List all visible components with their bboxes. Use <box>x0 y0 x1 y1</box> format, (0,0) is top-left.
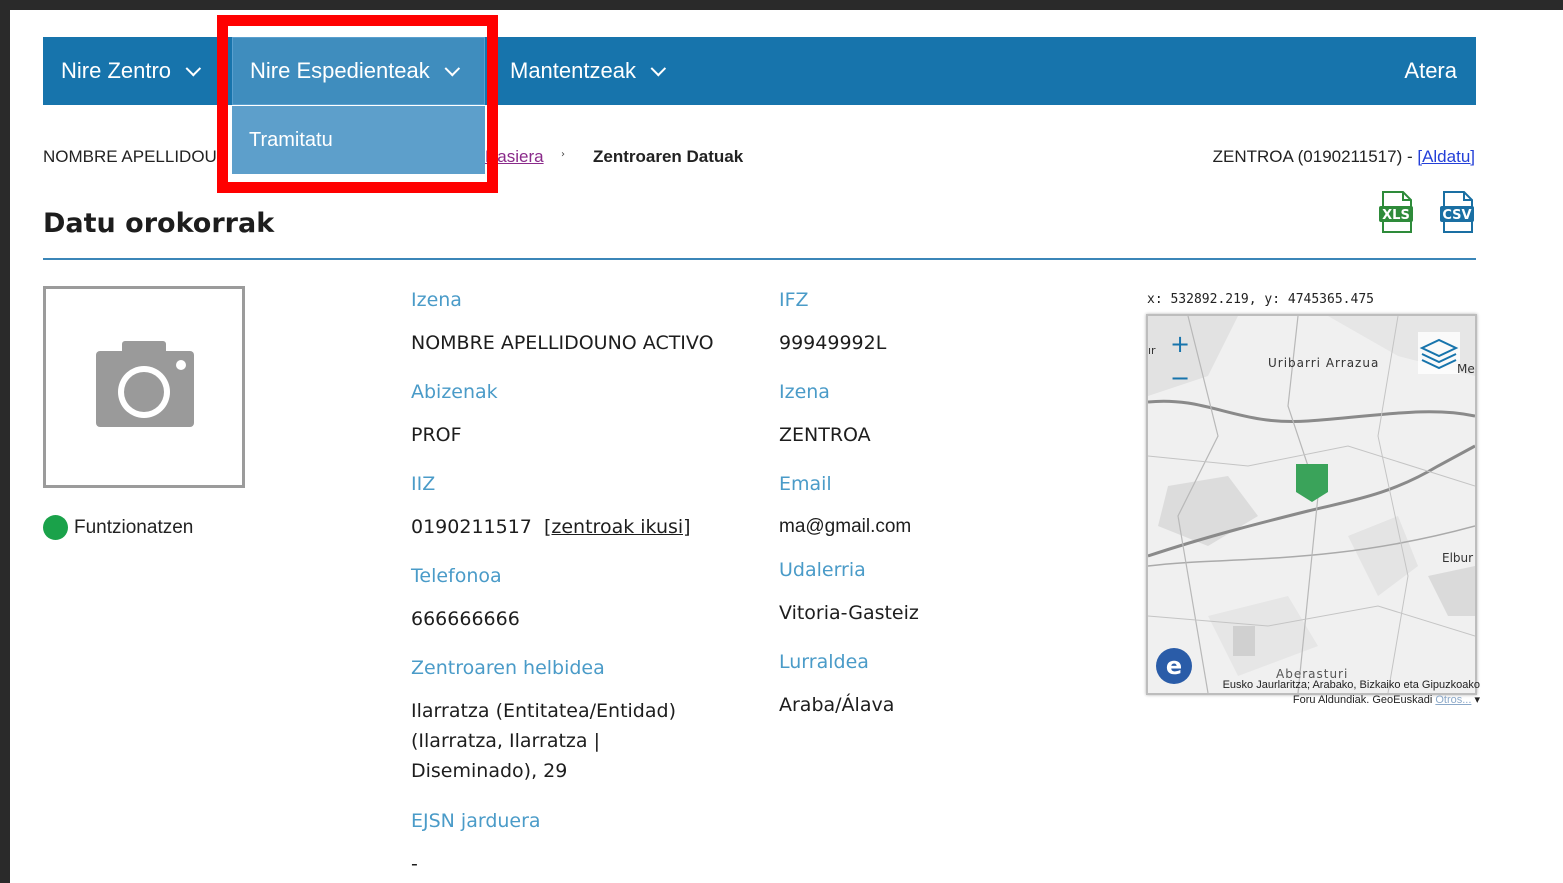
dropdown-item-label: Tramitatu <box>249 128 333 151</box>
csv-file-icon[interactable]: CSV <box>1439 191 1477 233</box>
address-line: Diseminado), 29 <box>411 760 568 782</box>
nav-label: Mantentzeak <box>510 58 636 83</box>
status-label: Funtzionatzen <box>74 516 194 538</box>
section-divider <box>43 258 1476 260</box>
chevron-down-icon <box>650 60 667 76</box>
layers-icon[interactable] <box>1418 332 1460 374</box>
nav-label: Nire Espedienteak <box>250 58 430 83</box>
nav-nire-zentro[interactable]: Nire Zentro <box>61 37 202 105</box>
field-label-helbidea: Zentroaren helbidea <box>411 657 605 679</box>
chevron-down-icon <box>185 60 202 76</box>
field-value-lurraldea: Araba/Álava <box>779 694 895 716</box>
center-photo[interactable] <box>43 286 245 488</box>
map-attribution-line: Eusko Jaurlaritza; Arabako, Bizkaiko eta… <box>1222 679 1480 691</box>
field-label-ifz: IFZ <box>779 289 809 311</box>
map-coordinates: x: 532892.219, y: 4745365.475 <box>1147 292 1374 307</box>
section-title: Datu orokorrak <box>43 208 275 239</box>
change-center-link[interactable]: [Aldatu] <box>1417 147 1475 166</box>
address-line: (Ilarratza, Ilarratza | <box>411 730 600 752</box>
map-attribution: Eusko Jaurlaritza; Arabako, Bizkaiko eta… <box>1160 678 1480 708</box>
svg-text:e: e <box>1166 652 1182 680</box>
field-label-center-izena: Izena <box>779 381 830 403</box>
location-map[interactable]: e + − ır Uribarri Arrazua Me Elbur Abera… <box>1146 314 1477 695</box>
logout-label: Atera <box>1404 58 1457 83</box>
field-label-telefonoa: Telefonoa <box>411 565 502 587</box>
field-label-abizenak: Abizenak <box>411 381 498 403</box>
field-value-ejsn: - <box>411 853 418 875</box>
view-centers-link[interactable]: [zentroak ikusi] <box>544 516 691 538</box>
map-zoom-in-button[interactable]: + <box>1170 330 1190 358</box>
breadcrumb-current: Zentroaren Datuak <box>593 147 744 166</box>
iiz-number: 0190211517 <box>411 516 532 538</box>
page: Nire Zentro Nire Espedienteak Mantentzea… <box>10 10 1563 883</box>
field-value-telefonoa: 666666666 <box>411 608 520 630</box>
map-place-label: Me <box>1457 362 1475 376</box>
field-label-iiz: IIZ <box>411 473 436 495</box>
field-value-helbidea: Ilarratza (Entitatea/Entidad) (Ilarratza… <box>411 696 676 786</box>
nav-nire-espedienteak[interactable]: Nire Espedienteak <box>232 37 485 105</box>
camera-icon <box>96 341 194 427</box>
field-label-udalerria: Udalerria <box>779 559 866 581</box>
field-label-lurraldea: Lurraldea <box>779 651 869 673</box>
field-value-udalerria: Vitoria-Gasteiz <box>779 602 919 624</box>
map-zoom-out-button[interactable]: − <box>1170 364 1190 392</box>
map-place-label: Uribarri Arrazua <box>1268 356 1380 370</box>
nav-label: Nire Zentro <box>61 58 172 83</box>
field-value-abizenak: PROF <box>411 424 462 446</box>
xls-file-icon[interactable]: XLS <box>1378 191 1416 233</box>
center-info: ZENTROA (0190211517) - [Aldatu] <box>1213 147 1475 167</box>
field-value-center-izena: ZENTROA <box>779 424 871 446</box>
status-indicator: Funtzionatzen <box>43 515 193 540</box>
address-line: Ilarratza (Entitatea/Entidad) <box>411 700 676 722</box>
breadcrumb-separator: › <box>561 149 565 160</box>
map-attribution-more-link[interactable]: Otros... <box>1435 694 1471 706</box>
chevron-down-icon <box>444 60 460 76</box>
center-info-text: ZENTROA (0190211517) - <box>1212 147 1418 166</box>
map-place-label: ır <box>1148 344 1156 357</box>
field-value-email: ma@gmail.com <box>779 516 912 537</box>
svg-text:XLS: XLS <box>1382 208 1410 223</box>
field-value-ifz: 99949992L <box>779 332 887 354</box>
svg-text:CSV: CSV <box>1442 208 1471 223</box>
main-navbar: Nire Zentro Nire Espedienteak Mantentzea… <box>43 37 1476 105</box>
map-attribution-line: Foru Aldundiak. GeoEuskadi <box>1292 694 1433 706</box>
nav-mantentzeak[interactable]: Mantentzeak <box>510 37 667 105</box>
logout-link[interactable]: Atera <box>1404 37 1457 105</box>
map-place-label: Elbur <box>1442 551 1474 565</box>
dropdown-item-tramitatu[interactable]: Tramitatu <box>232 106 485 174</box>
field-value-iiz: 0190211517 [zentroak ikusi] <box>411 512 691 542</box>
field-label-email: Email <box>779 473 832 495</box>
field-label-ejsn: EJSN jarduera <box>411 810 541 832</box>
field-value-izena: NOMBRE APELLIDOUNO ACTIVO <box>411 332 714 354</box>
breadcrumb-user: NOMBRE APELLIDOUNO ACTIVO <box>43 147 228 166</box>
breadcrumb-home-link[interactable]: Hasiera <box>485 147 544 167</box>
field-label-izena: Izena <box>411 289 462 311</box>
status-dot <box>43 515 68 540</box>
